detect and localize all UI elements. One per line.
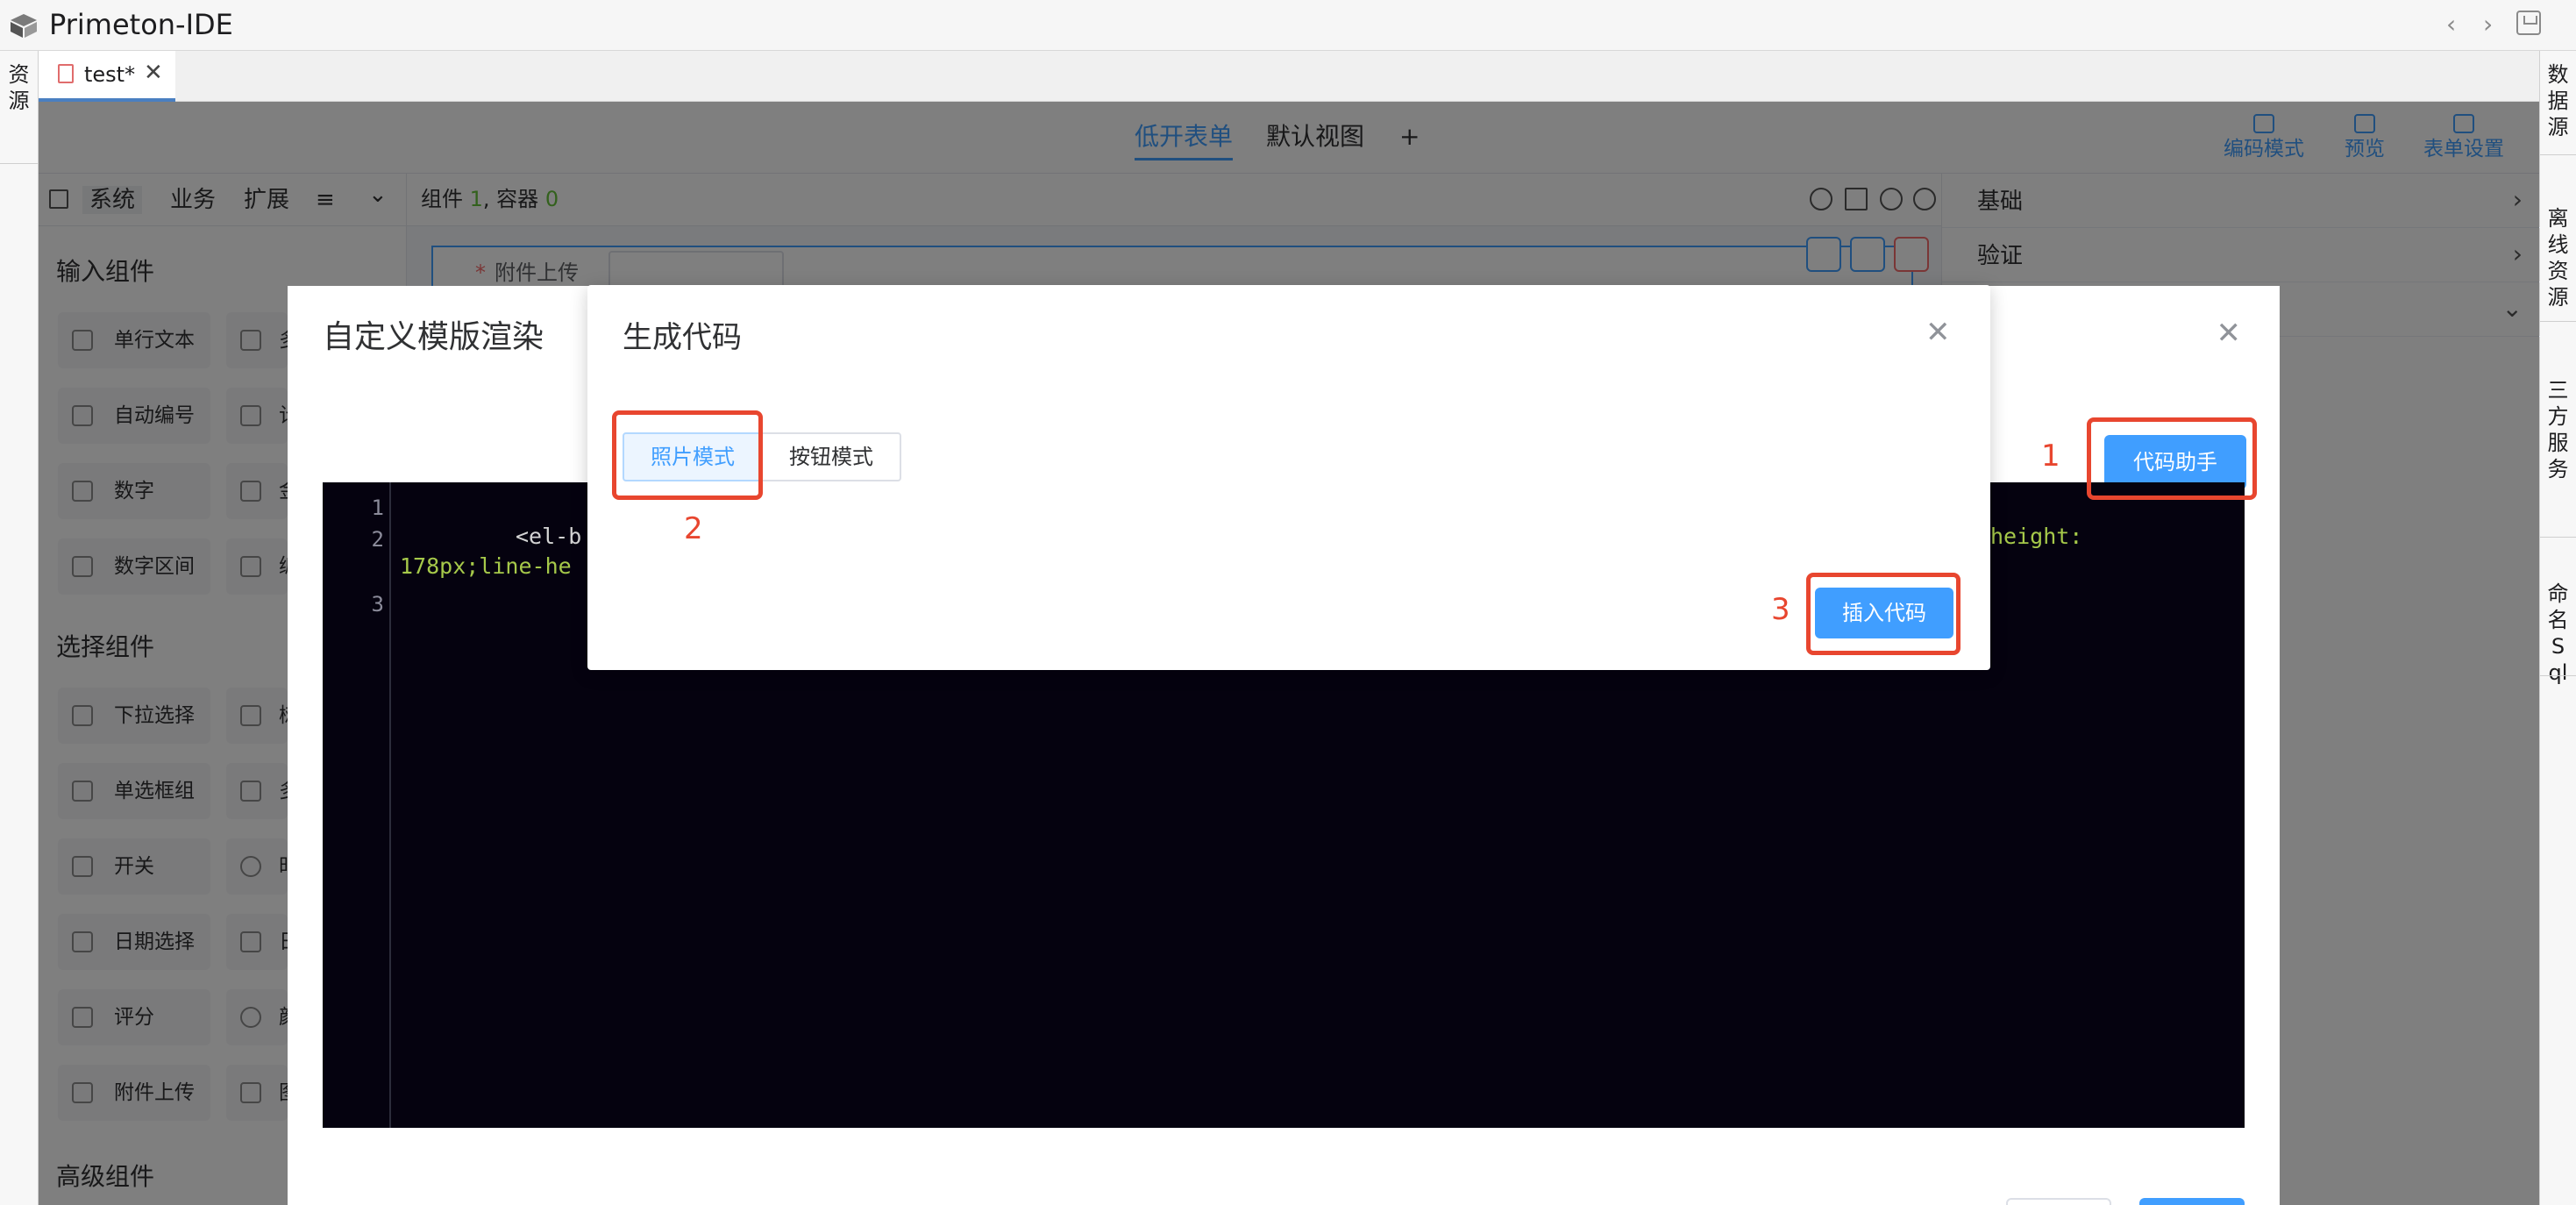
annotation-box-3 — [1806, 573, 1960, 655]
window-titlebar: Primeton-IDE ‹ › — [0, 0, 2576, 51]
form-designer-workspace: 低开表单 默认视图 + 编码模式 预览 表单设置 系统 业务 扩展 ≡ ⌄ 输入… — [39, 102, 2540, 1205]
back-arrow-icon[interactable]: ‹ — [2446, 11, 2456, 39]
side-tab-divider — [2540, 537, 2576, 538]
line-number: 3 — [371, 592, 384, 617]
side-tab-divider — [2540, 321, 2576, 322]
side-tab-third-party-services[interactable]: 三方服务 — [2540, 377, 2576, 482]
code-line-2-wrap: 178px;line-he — [400, 553, 572, 579]
editor-tab-label: test* — [84, 62, 136, 87]
side-tab-divider — [0, 163, 38, 164]
file-icon — [58, 64, 74, 83]
close-icon[interactable]: ✕ — [2217, 316, 2242, 351]
confirm-button-partial[interactable] — [2139, 1198, 2245, 1205]
button-mode-button[interactable]: 按钮模式 — [761, 432, 901, 481]
close-icon[interactable]: ✕ — [1925, 315, 1951, 350]
generate-code-dialog-title: 生成代码 — [623, 320, 742, 355]
annotation-box-1 — [2087, 417, 2257, 500]
left-side-strip: 资源 — [0, 51, 39, 1205]
annotation-box-2 — [612, 410, 763, 500]
generate-code-dialog: 生成代码 ✕ 照片模式 按钮模式 插入代码 2 3 — [587, 285, 1990, 670]
side-tab-named-sql[interactable]: 命名Sql — [2540, 581, 2576, 686]
editor-tab-bar: test* ✕ — [39, 51, 2539, 102]
close-icon[interactable]: ✕ — [144, 60, 163, 86]
code-line-2-start: <el-b — [516, 524, 582, 549]
right-side-strip: 数据源 离线资源 三方服务 命名Sql — [2539, 51, 2576, 1205]
line-number: 2 — [371, 527, 384, 552]
app-logo-icon — [11, 14, 37, 38]
save-window-icon[interactable] — [2516, 11, 2541, 35]
app-title: Primeton-IDE — [49, 8, 233, 41]
side-tab-datasource[interactable]: 数据源 — [2540, 61, 2576, 140]
annotation-number-1: 1 — [2041, 439, 2060, 474]
code-line-2-end: height: — [1990, 524, 2083, 549]
annotation-number-2: 2 — [684, 511, 703, 546]
forward-arrow-icon[interactable]: › — [2483, 11, 2493, 39]
line-number: 1 — [371, 496, 384, 520]
custom-template-dialog-title: 自定义模版渲染 — [323, 319, 544, 355]
side-tab-offline-resources[interactable]: 离线资源 — [2540, 205, 2576, 310]
side-tab-divider — [2540, 154, 2576, 155]
side-tab-divider — [2540, 675, 2576, 676]
editor-tab-test[interactable]: test* ✕ — [39, 51, 175, 102]
line-number-gutter: 1 2 3 — [323, 482, 391, 1128]
side-tab-resources[interactable]: 资源 — [0, 61, 38, 114]
cancel-button-partial[interactable] — [2006, 1198, 2111, 1205]
annotation-number-3: 3 — [1771, 592, 1790, 627]
